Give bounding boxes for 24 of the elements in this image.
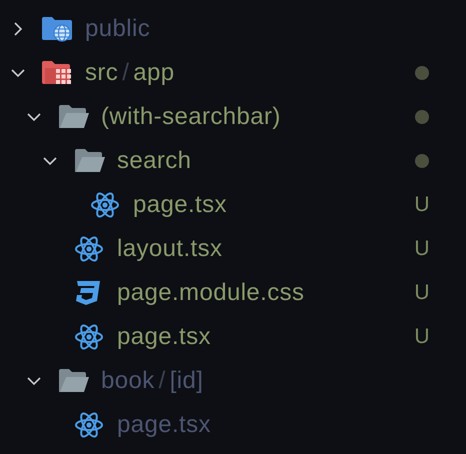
open-folder-icon bbox=[74, 148, 106, 174]
untracked-status: U bbox=[414, 324, 430, 350]
folder-name[interactable]: src bbox=[85, 55, 118, 91]
open-folder-icon bbox=[58, 104, 90, 130]
path-separator: / bbox=[122, 58, 130, 88]
atom-icon bbox=[74, 235, 104, 263]
folder-name[interactable]: app bbox=[133, 55, 175, 91]
untracked-status: U bbox=[414, 192, 430, 218]
globe-folder-icon bbox=[42, 16, 74, 42]
css-shield-icon bbox=[74, 279, 102, 307]
folder-name[interactable]: search bbox=[117, 143, 192, 179]
open-folder-icon bbox=[58, 368, 90, 394]
atom-icon bbox=[90, 191, 120, 219]
file-name[interactable]: page.module.css bbox=[117, 275, 304, 311]
untracked-status: U bbox=[414, 236, 430, 262]
atom-icon bbox=[74, 323, 104, 351]
file-name[interactable]: page.tsx bbox=[117, 319, 211, 355]
atom-icon bbox=[74, 411, 104, 439]
file-name[interactable]: page.tsx bbox=[133, 187, 227, 223]
untracked-status: U bbox=[414, 280, 430, 306]
path-separator: / bbox=[158, 366, 166, 396]
grid-folder-icon bbox=[42, 60, 74, 86]
file-name[interactable]: layout.tsx bbox=[117, 231, 222, 267]
folder-name[interactable]: (with-searchbar) bbox=[101, 99, 281, 135]
